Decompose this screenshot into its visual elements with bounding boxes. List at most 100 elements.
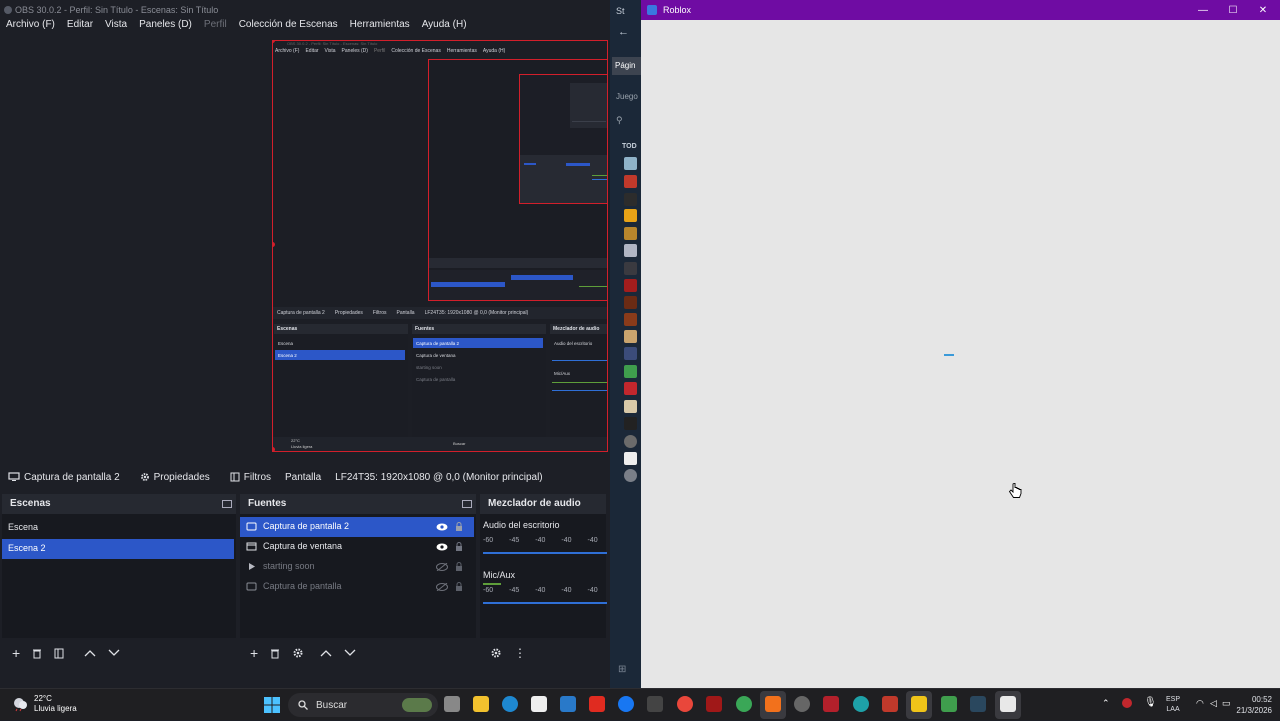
preview-source-capture[interactable]: OBS 30.0.2 - Perfil: Sin Título - Escena…	[272, 40, 608, 452]
chevron-down-icon[interactable]	[108, 649, 120, 657]
chevron-up-icon[interactable]	[320, 649, 332, 657]
menu-archivo[interactable]: Archivo (F)	[6, 19, 55, 30]
lock-icon[interactable]	[455, 582, 463, 592]
weather-widget[interactable]: 22°C Lluvia ligera	[12, 694, 77, 714]
game-icon[interactable]	[624, 227, 637, 240]
game-icon[interactable]	[624, 435, 637, 448]
undock-icon[interactable]	[462, 500, 472, 508]
lock-icon[interactable]	[455, 522, 463, 532]
trash-icon[interactable]	[270, 648, 280, 659]
steam-tab[interactable]: Págin	[612, 57, 642, 75]
menu-ayuda[interactable]: Ayuda (H)	[422, 19, 467, 30]
filter-icon[interactable]	[54, 648, 64, 659]
menu-coleccion[interactable]: Colección de Escenas	[239, 19, 338, 30]
steam-icon[interactable]	[970, 696, 986, 712]
game-icon[interactable]	[624, 417, 637, 430]
game-icon[interactable]	[624, 175, 637, 188]
more-icon[interactable]: ⋮	[514, 646, 526, 660]
roblox-titlebar[interactable]: Roblox	[641, 0, 1280, 20]
game-icon[interactable]	[624, 296, 637, 309]
edge-icon[interactable]	[502, 696, 518, 712]
undock-icon[interactable]	[222, 500, 232, 508]
app-icon[interactable]	[823, 696, 839, 712]
gear-icon[interactable]	[292, 647, 304, 659]
app-icon[interactable]	[647, 696, 663, 712]
scene-item-escena[interactable]: Escena	[2, 518, 234, 538]
eye-icon[interactable]	[436, 523, 448, 531]
roblox-taskbar-icon[interactable]	[1000, 696, 1016, 712]
file-explorer-icon[interactable]	[473, 696, 489, 712]
task-view-icon[interactable]	[444, 696, 460, 712]
mail-icon[interactable]	[560, 696, 576, 712]
menu-vista[interactable]: Vista	[105, 19, 127, 30]
maximize-button[interactable]: ☐	[1218, 0, 1248, 20]
chevron-down-icon[interactable]	[344, 649, 356, 657]
resize-handle[interactable]	[273, 242, 275, 247]
eye-hidden-icon[interactable]	[436, 583, 448, 591]
minecraft-icon[interactable]	[941, 696, 957, 712]
add-source-icon[interactable]: +	[250, 645, 258, 661]
gear-icon[interactable]	[490, 647, 502, 659]
add-game-icon[interactable]: ⊞	[618, 664, 626, 675]
game-icon[interactable]	[624, 313, 637, 326]
tray-app-icon[interactable]	[1122, 698, 1132, 708]
obs-icon[interactable]	[794, 696, 810, 712]
menu-editar[interactable]: Editar	[67, 19, 93, 30]
game-icon[interactable]	[624, 193, 637, 206]
app-icon[interactable]	[706, 696, 722, 712]
game-icon[interactable]	[624, 400, 637, 413]
game-icon[interactable]	[624, 244, 637, 257]
security-icon[interactable]	[911, 696, 927, 712]
volume-slider-mic[interactable]	[483, 602, 607, 604]
trash-icon[interactable]	[32, 648, 42, 659]
game-icon[interactable]	[624, 365, 637, 378]
app-icon[interactable]	[853, 696, 869, 712]
chrome-icon[interactable]	[736, 696, 752, 712]
menu-herramientas[interactable]: Herramientas	[350, 19, 410, 30]
language-indicator[interactable]: ESP LAA	[1166, 695, 1180, 715]
menu-paneles[interactable]: Paneles (D)	[139, 19, 192, 30]
back-arrow-icon[interactable]: ←	[618, 26, 629, 38]
lock-icon[interactable]	[455, 542, 463, 552]
game-icon[interactable]	[624, 279, 637, 292]
app-icon[interactable]	[882, 696, 898, 712]
volume-slider-desktop[interactable]	[483, 552, 607, 554]
minimize-button[interactable]: —	[1188, 0, 1218, 20]
properties-button[interactable]: Propiedades	[140, 472, 210, 483]
menu-perfil[interactable]: Perfil	[204, 19, 227, 30]
game-icon[interactable]	[624, 347, 637, 360]
eye-icon[interactable]	[436, 543, 448, 551]
game-icon[interactable]	[624, 209, 637, 222]
chrome-icon[interactable]	[677, 696, 693, 712]
game-icon[interactable]	[624, 469, 637, 482]
app-icon[interactable]	[765, 696, 781, 712]
resize-handle[interactable]	[273, 447, 275, 451]
clock[interactable]: 00:52 21/3/2026	[1226, 694, 1272, 716]
windows-start-icon[interactable]	[264, 697, 280, 713]
store-icon[interactable]	[531, 696, 547, 712]
scene-item-escena-2[interactable]: Escena 2	[2, 539, 234, 559]
game-icon[interactable]	[624, 382, 637, 395]
roblox-window[interactable]: Roblox — ☐ ✕	[641, 0, 1280, 688]
game-icon[interactable]	[624, 262, 637, 275]
game-icon[interactable]	[624, 330, 637, 343]
taskbar-search[interactable]: Buscar	[288, 693, 438, 717]
display-select[interactable]: LF24T35: 1920x1080 @ 0,0 (Monitor princi…	[335, 472, 543, 483]
add-scene-icon[interactable]: +	[12, 645, 20, 661]
lock-icon[interactable]	[455, 562, 463, 572]
wifi-icon[interactable]: ◠	[1196, 698, 1204, 709]
chevron-up-icon[interactable]	[84, 649, 96, 657]
close-button[interactable]: ✕	[1248, 0, 1278, 20]
game-icon[interactable]	[624, 157, 637, 170]
facebook-icon[interactable]	[618, 696, 634, 712]
filters-button[interactable]: Filtros	[230, 472, 271, 483]
steam-window[interactable]: St ← Págin Juego ⚲ TOD ⊞	[610, 0, 642, 688]
eye-hidden-icon[interactable]	[436, 563, 448, 571]
nested-meter	[579, 286, 607, 287]
volume-icon[interactable]: ◁	[1210, 698, 1217, 709]
youtube-icon[interactable]	[589, 696, 605, 712]
search-icon[interactable]: ⚲	[616, 115, 623, 126]
game-icon[interactable]	[624, 452, 637, 465]
chevron-up-icon[interactable]: ⌃	[1102, 698, 1110, 709]
microphone-icon[interactable]: 🎙	[1144, 697, 1157, 708]
